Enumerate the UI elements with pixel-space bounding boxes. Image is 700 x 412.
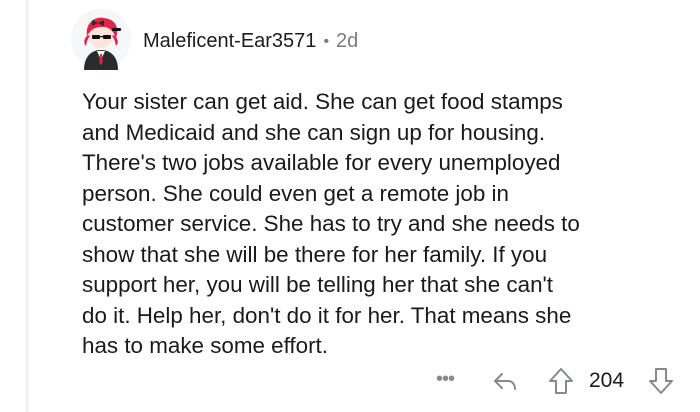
user-avatar[interactable]	[70, 8, 132, 70]
comment-header: Maleficent-Ear3571 • 2d	[143, 30, 358, 53]
more-options-icon[interactable]: •••	[436, 368, 455, 391]
timestamp[interactable]: 2d	[336, 30, 358, 53]
comment-actions: ••• 204	[0, 364, 700, 398]
comment-line: do it. Help her, don't do it for her. Th…	[82, 302, 572, 328]
comment-line: show that she will be there for her fami…	[82, 241, 548, 267]
vote-count: 204	[589, 369, 625, 392]
comment-line: Your sister can get aid. She can get foo…	[82, 89, 563, 114]
reply-icon[interactable]	[492, 368, 518, 394]
downvote-icon[interactable]	[648, 367, 674, 395]
username[interactable]: Maleficent-Ear3571	[143, 30, 316, 53]
upvote-icon[interactable]	[548, 367, 574, 395]
comment-line: support her, you will be telling her tha…	[82, 272, 554, 297]
comment-line: person. She could even get a remote job …	[82, 180, 509, 206]
meta-separator: •	[323, 32, 330, 50]
comment-line: customer service. She has to try and she…	[82, 211, 580, 236]
comment-line: There's two jobs available for every une…	[82, 150, 561, 175]
comment-line: has to make some effort.	[82, 333, 329, 358]
avatar-image	[71, 9, 131, 70]
comment-body: Your sister can get aid. She can get foo…	[82, 87, 692, 362]
comment-line: and Medicaid and she can sign up for hou…	[82, 119, 546, 145]
thread-line[interactable]	[26, 0, 28, 412]
